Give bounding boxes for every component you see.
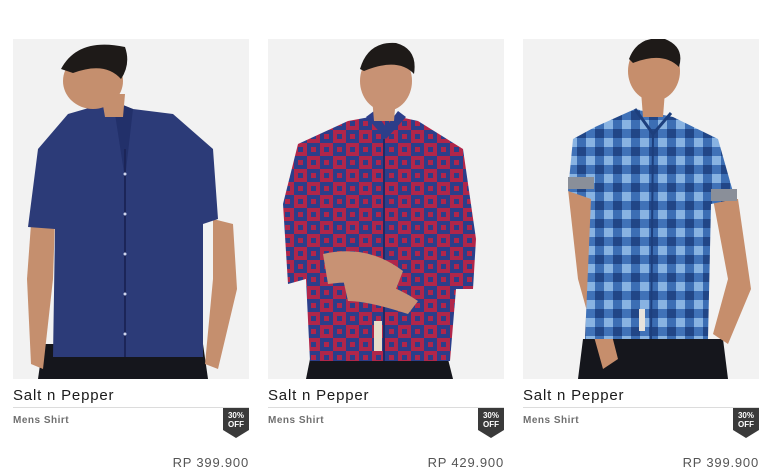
- product-category: Mens Shirt: [268, 415, 325, 426]
- product-brand[interactable]: Salt n Pepper: [13, 387, 114, 404]
- divider: [13, 407, 249, 408]
- product-category: Mens Shirt: [523, 415, 580, 426]
- product-image[interactable]: [268, 39, 504, 379]
- discount-percent: 30%: [227, 411, 244, 420]
- discount-off: OFF: [738, 420, 754, 429]
- product-image[interactable]: [523, 39, 759, 379]
- discount-off: OFF: [228, 420, 244, 429]
- discount-badge: 30% OFF: [478, 408, 504, 438]
- product-brand[interactable]: Salt n Pepper: [268, 387, 369, 404]
- product-photo-blue-check-shirt: [523, 39, 759, 379]
- product-price: RP 399.900: [172, 455, 249, 470]
- product-brand[interactable]: Salt n Pepper: [523, 387, 624, 404]
- divider: [523, 407, 759, 408]
- discount-off: OFF: [483, 420, 499, 429]
- product-price: RP 429.900: [427, 455, 504, 470]
- product-photo-navy-shirt: [13, 39, 249, 379]
- product-price: RP 399.900: [682, 455, 759, 470]
- product-card[interactable]: Salt n Pepper Mens Shirt 30% OFF RP 399.…: [13, 39, 249, 472]
- discount-badge: 30% OFF: [733, 408, 759, 438]
- discount-percent: 30%: [482, 411, 499, 420]
- product-photo-red-check-shirt: [268, 39, 504, 379]
- product-card[interactable]: Salt n Pepper Mens Shirt 30% OFF RP 429.…: [268, 39, 504, 472]
- product-category: Mens Shirt: [13, 415, 70, 426]
- product-card[interactable]: Salt n Pepper Mens Shirt 30% OFF RP 399.…: [523, 39, 759, 472]
- product-grid: Salt n Pepper Mens Shirt 30% OFF RP 399.…: [13, 39, 759, 472]
- discount-percent: 30%: [737, 411, 754, 420]
- product-image[interactable]: [13, 39, 249, 379]
- divider: [268, 407, 504, 408]
- discount-badge: 30% OFF: [223, 408, 249, 438]
